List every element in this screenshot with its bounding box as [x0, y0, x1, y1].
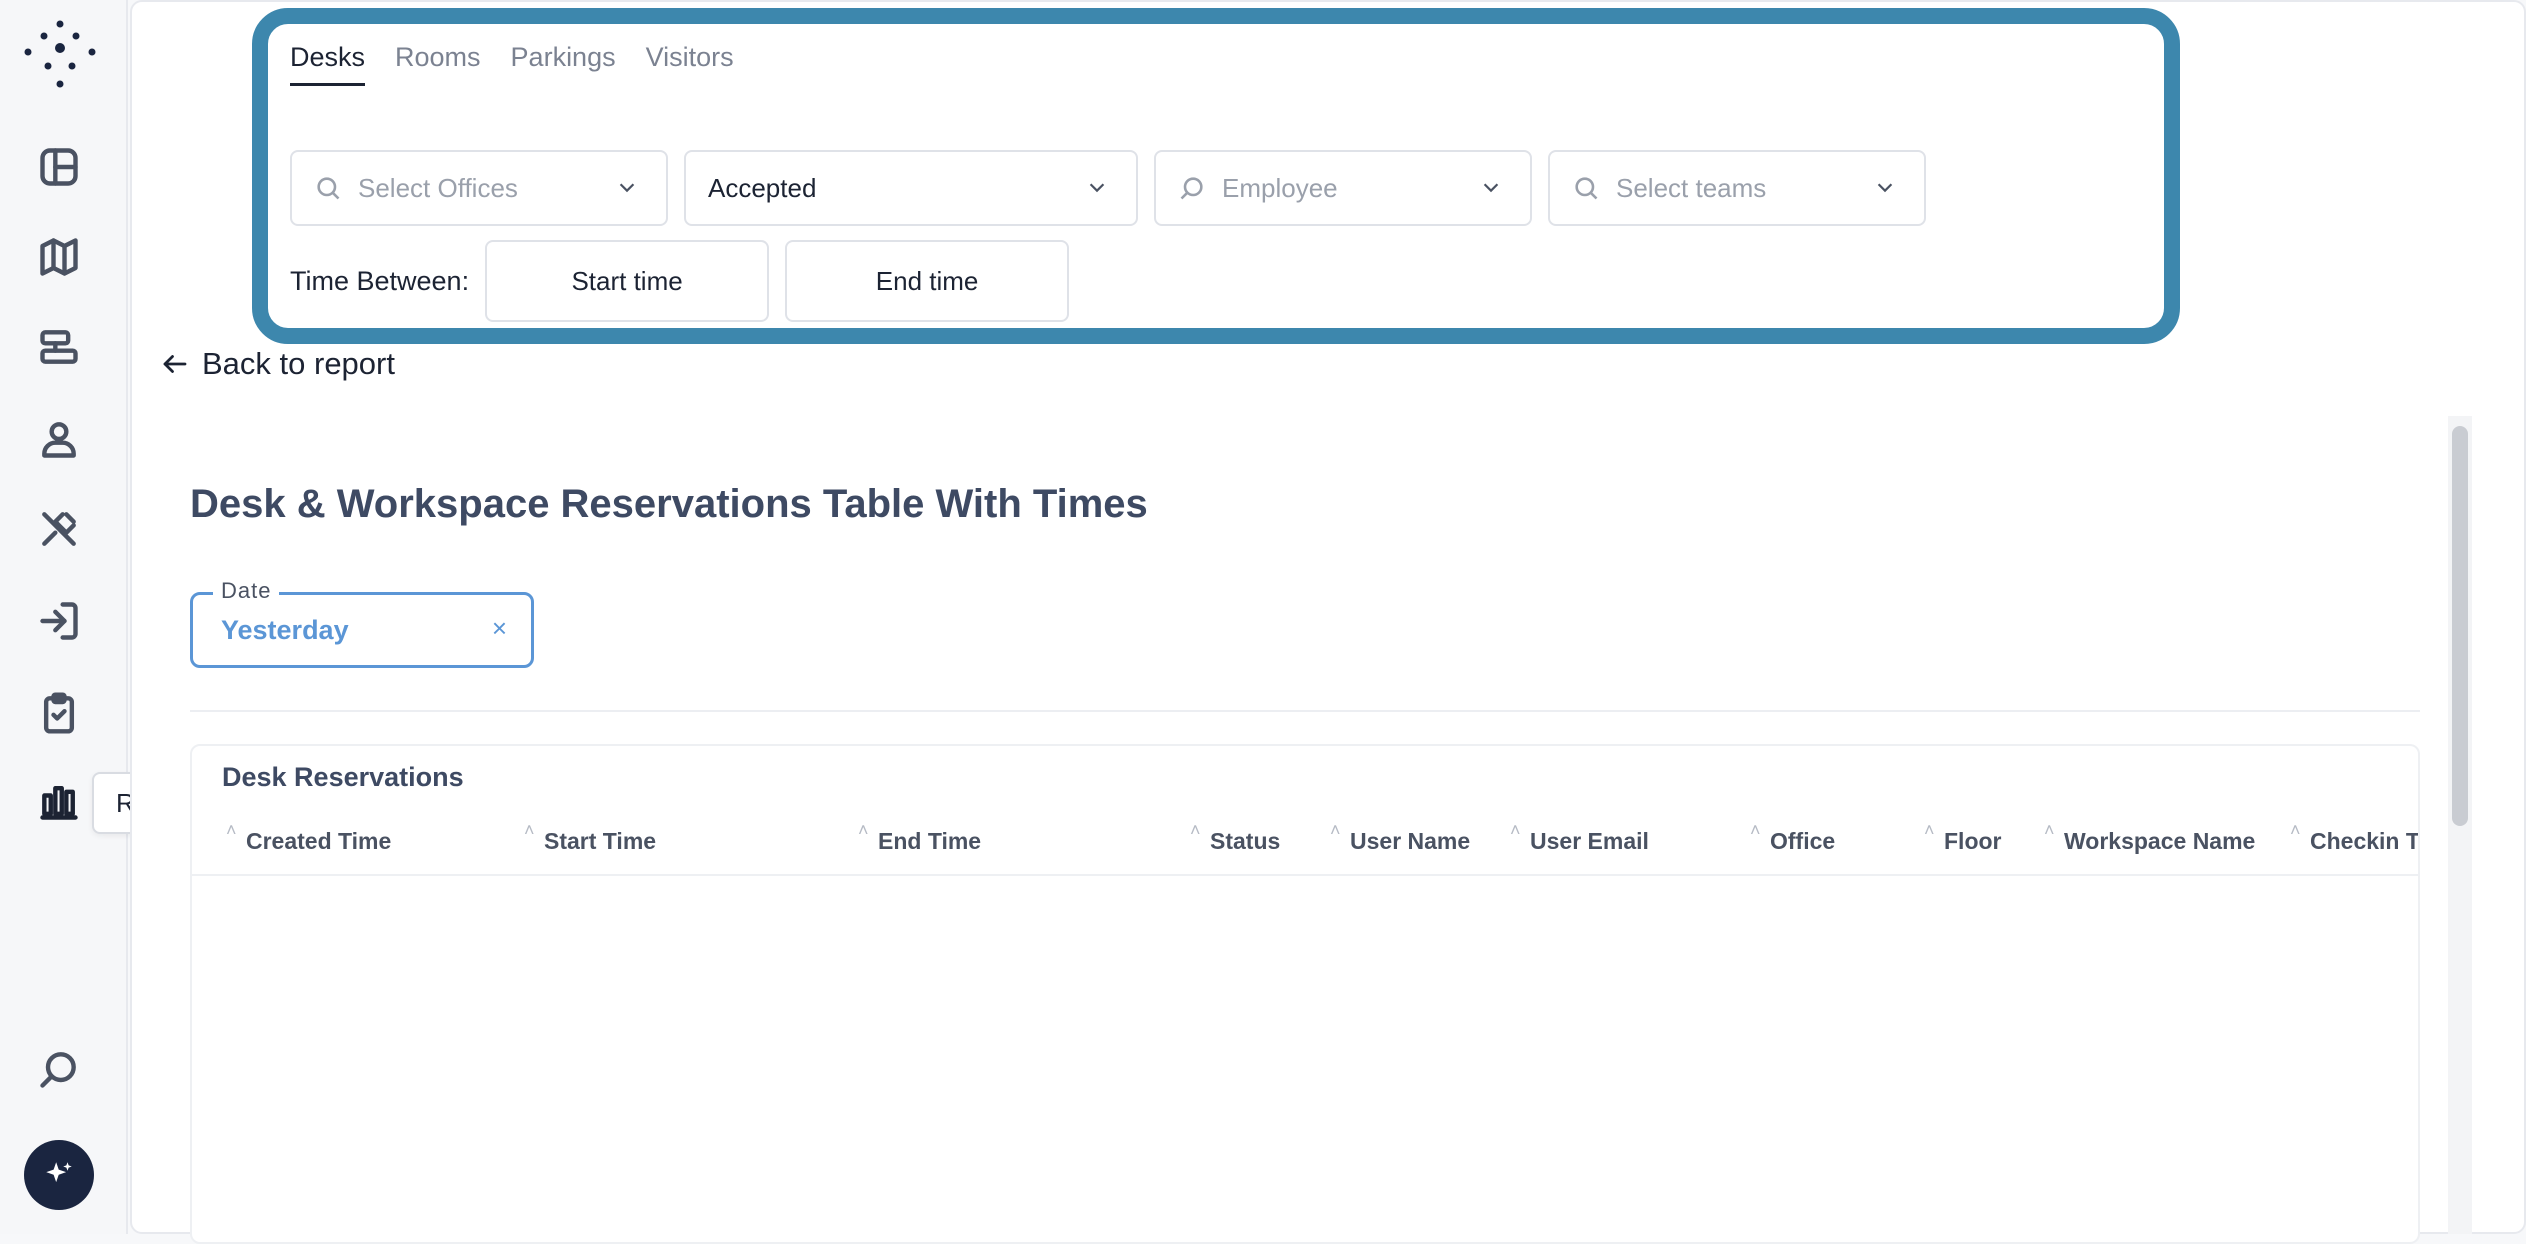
status-select[interactable]: Accepted [684, 150, 1138, 226]
date-label: Date [213, 578, 280, 604]
back-link-label: Back to report [202, 346, 395, 381]
back-to-report-link[interactable]: Back to report [160, 346, 395, 382]
column-header[interactable]: ˄ Start Time [524, 820, 656, 855]
desk-icon[interactable] [30, 318, 88, 376]
table-header: ˄ Created Time ˄ Start Time ˄ End Time ˄ Sta… [192, 806, 2418, 876]
employee-select[interactable]: Employee [1154, 150, 1532, 226]
tab-rooms[interactable]: Rooms [395, 42, 481, 86]
column-header[interactable]: ˄ User Email [1510, 820, 1649, 855]
employee-placeholder: Employee [1222, 172, 1338, 203]
arrow-left-icon [163, 355, 187, 373]
date-filter[interactable]: Date Yesterday × [190, 578, 534, 668]
reports-chart-icon[interactable] [30, 772, 88, 830]
time-between-row: Time Between: Start time End time [290, 240, 1070, 322]
chevron-down-icon [619, 183, 635, 193]
column-header[interactable]: ˄ Floor [1924, 820, 2002, 855]
column-header[interactable]: ˄ User Name [1330, 820, 1470, 855]
dashboard-icon[interactable] [30, 138, 88, 196]
divider [190, 710, 2420, 712]
filter-panel: Desks Rooms Parkings Visitors Select Off… [252, 8, 2180, 344]
time-between-label: Time Between: [290, 265, 470, 296]
offices-select[interactable]: Select Offices [290, 150, 668, 226]
tab-visitors[interactable]: Visitors [646, 42, 734, 86]
user-icon[interactable] [30, 410, 88, 468]
tab-desks[interactable]: Desks [290, 42, 366, 86]
sign-in-icon[interactable] [30, 592, 88, 650]
column-header[interactable]: ˄ Checkin Ti [2290, 820, 2418, 855]
offices-placeholder: Select Offices [358, 172, 518, 203]
map-icon[interactable] [30, 228, 88, 286]
search-icon [1180, 177, 1203, 200]
report-title: Desk & Workspace Reservations Table With… [190, 482, 1148, 526]
end-time-button[interactable]: End time [785, 240, 1070, 322]
tools-icon[interactable] [30, 500, 88, 558]
filters-row: Select Offices Accepted Employee Select … [290, 150, 1926, 226]
column-header[interactable]: ˄ Status [1190, 820, 1280, 855]
ai-sparkle-icon [46, 1162, 72, 1183]
app-logo[interactable] [20, 18, 100, 90]
chevron-down-icon [1089, 183, 1105, 193]
ai-assistant-button[interactable] [24, 1140, 94, 1210]
clipboard-check-icon[interactable] [30, 684, 88, 742]
status-value: Accepted [708, 172, 817, 203]
column-header[interactable]: ˄ Workspace Name [2044, 820, 2255, 855]
date-value: Yesterday [221, 615, 349, 645]
chevron-down-icon [1483, 183, 1499, 193]
column-header[interactable]: ˄ Created Time [226, 820, 391, 855]
start-time-button[interactable]: Start time [485, 240, 770, 322]
teams-placeholder: Select teams [1616, 172, 1767, 203]
teams-select[interactable]: Select teams [1548, 150, 1926, 226]
chevron-down-icon [1877, 183, 1893, 193]
sidebar [0, 0, 128, 1234]
column-header[interactable]: ˄ Office [1750, 820, 1835, 855]
column-header[interactable]: ˄ End Time [858, 820, 981, 855]
search-icon[interactable] [30, 1040, 88, 1098]
table-title: Desk Reservations [222, 762, 464, 792]
clear-date-icon[interactable]: × [492, 613, 507, 644]
desk-reservations-table: Desk Reservations ˄ Created Time ˄ Start T… [190, 744, 2420, 1244]
report-tabs: Desks Rooms Parkings Visitors [290, 42, 734, 86]
scrollbar-thumb[interactable] [2452, 426, 2468, 826]
search-icon [317, 177, 340, 200]
tab-parkings[interactable]: Parkings [511, 42, 616, 86]
search-icon [1575, 177, 1598, 200]
